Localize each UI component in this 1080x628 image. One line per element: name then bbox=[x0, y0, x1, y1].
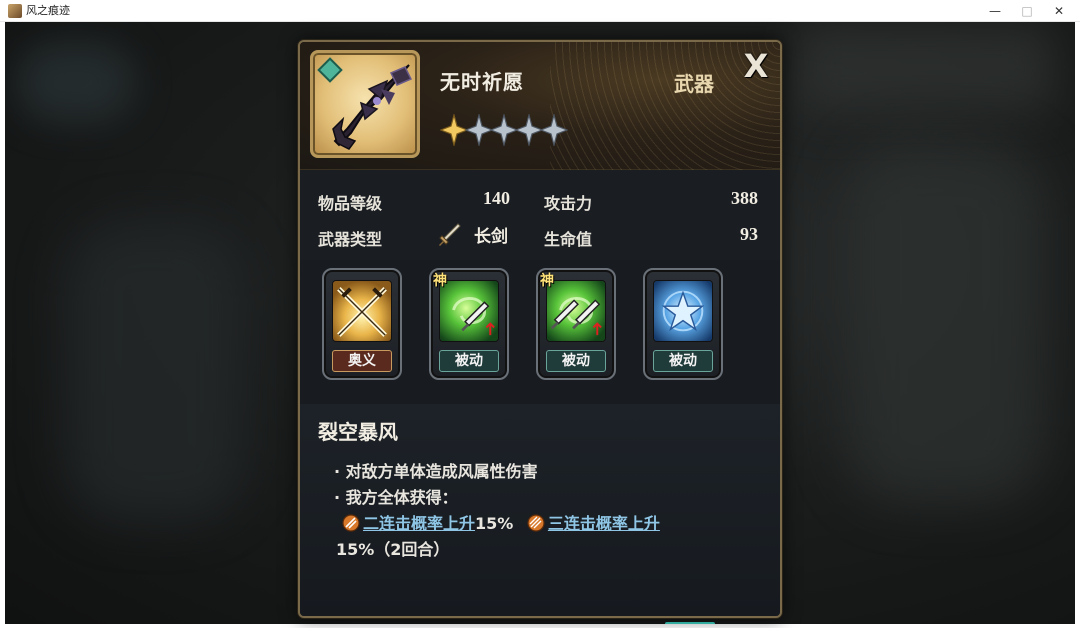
background-blur bbox=[845, 142, 1045, 502]
item-detail-panel: 无时祈愿 武器 X 物品等级 140 攻击力 388 武器类型 长剑 生命值 9… bbox=[298, 40, 782, 618]
skill-tag: 被动 bbox=[653, 350, 713, 372]
divine-mark: 神 bbox=[433, 273, 447, 289]
description-line: 15%（2回合） bbox=[336, 540, 450, 559]
blue-star-icon bbox=[653, 280, 713, 342]
window-title: 风之痕迹 bbox=[26, 4, 70, 17]
combo-buff-icon bbox=[342, 514, 360, 532]
window-close-button[interactable]: ✕ bbox=[1042, 0, 1076, 22]
item-level-value: 140 bbox=[483, 188, 510, 208]
weapon-type-label: 武器类型 bbox=[318, 230, 383, 249]
app-icon bbox=[8, 4, 22, 18]
background-blur bbox=[65, 222, 245, 522]
wind-sword-icon bbox=[439, 280, 499, 342]
item-name: 无时祈愿 bbox=[440, 70, 524, 94]
divine-mark: 神 bbox=[540, 273, 554, 289]
skill-tag: 被动 bbox=[439, 350, 499, 372]
skill-list: 奥义 神 被动 神 被动 被动 bbox=[300, 260, 780, 404]
star-filled-icon bbox=[440, 114, 468, 146]
weapon-type-value: 长剑 bbox=[474, 227, 508, 247]
attack-label: 攻击力 bbox=[544, 194, 593, 213]
buff-value: 15% bbox=[475, 514, 514, 533]
star-empty-icon bbox=[465, 114, 493, 146]
skill-tag: 被动 bbox=[546, 350, 606, 372]
star-empty-icon bbox=[490, 114, 518, 146]
skill-title: 裂空暴风 bbox=[318, 420, 398, 444]
skill-slot-passive[interactable]: 被动 bbox=[643, 268, 723, 380]
minimize-button[interactable]: — bbox=[978, 0, 1012, 22]
item-type: 武器 bbox=[674, 72, 714, 96]
description-buff-line: 二连击概率上升15% 三连击概率上升 bbox=[342, 510, 660, 534]
skill-slot-ougi[interactable]: 奥义 bbox=[322, 268, 402, 380]
description-line: · 我方全体获得： bbox=[334, 488, 458, 507]
scroll-indicator bbox=[665, 622, 715, 624]
combo-buff-icon bbox=[527, 514, 545, 532]
description-line: · 对敌方单体造成风属性伤害 bbox=[334, 462, 538, 481]
item-level-label: 物品等级 bbox=[318, 194, 383, 213]
longsword-icon bbox=[439, 223, 461, 246]
star-empty-icon bbox=[515, 114, 543, 146]
triple-attack-buff-link[interactable]: 三连击概率上升 bbox=[548, 514, 660, 533]
item-header: 无时祈愿 武器 X bbox=[300, 42, 780, 170]
background-blur bbox=[795, 22, 1055, 112]
window-titlebar: 风之痕迹 — □ ✕ bbox=[0, 0, 1080, 22]
double-sword-icon bbox=[546, 280, 606, 342]
skill-slot-passive[interactable]: 神 被动 bbox=[429, 268, 509, 380]
close-button[interactable]: X bbox=[738, 48, 774, 84]
background-blur bbox=[15, 42, 135, 122]
attack-value: 388 bbox=[731, 188, 758, 208]
hp-label: 生命值 bbox=[544, 230, 593, 249]
skill-description: 裂空暴风 · 对敌方单体造成风属性伤害 · 我方全体获得： 二连击概率上升15%… bbox=[300, 404, 780, 616]
maximize-button[interactable]: □ bbox=[1010, 0, 1044, 22]
star-rating bbox=[440, 114, 568, 148]
skill-slot-passive[interactable]: 神 被动 bbox=[536, 268, 616, 380]
crossed-swords-icon bbox=[332, 280, 392, 342]
item-portrait bbox=[310, 50, 420, 158]
double-attack-buff-link[interactable]: 二连击概率上升 bbox=[363, 514, 475, 533]
star-empty-icon bbox=[540, 114, 568, 146]
hp-value: 93 bbox=[740, 224, 758, 244]
item-stats: 物品等级 140 攻击力 388 武器类型 长剑 生命值 93 bbox=[300, 170, 780, 260]
skill-tag: 奥义 bbox=[332, 350, 392, 372]
